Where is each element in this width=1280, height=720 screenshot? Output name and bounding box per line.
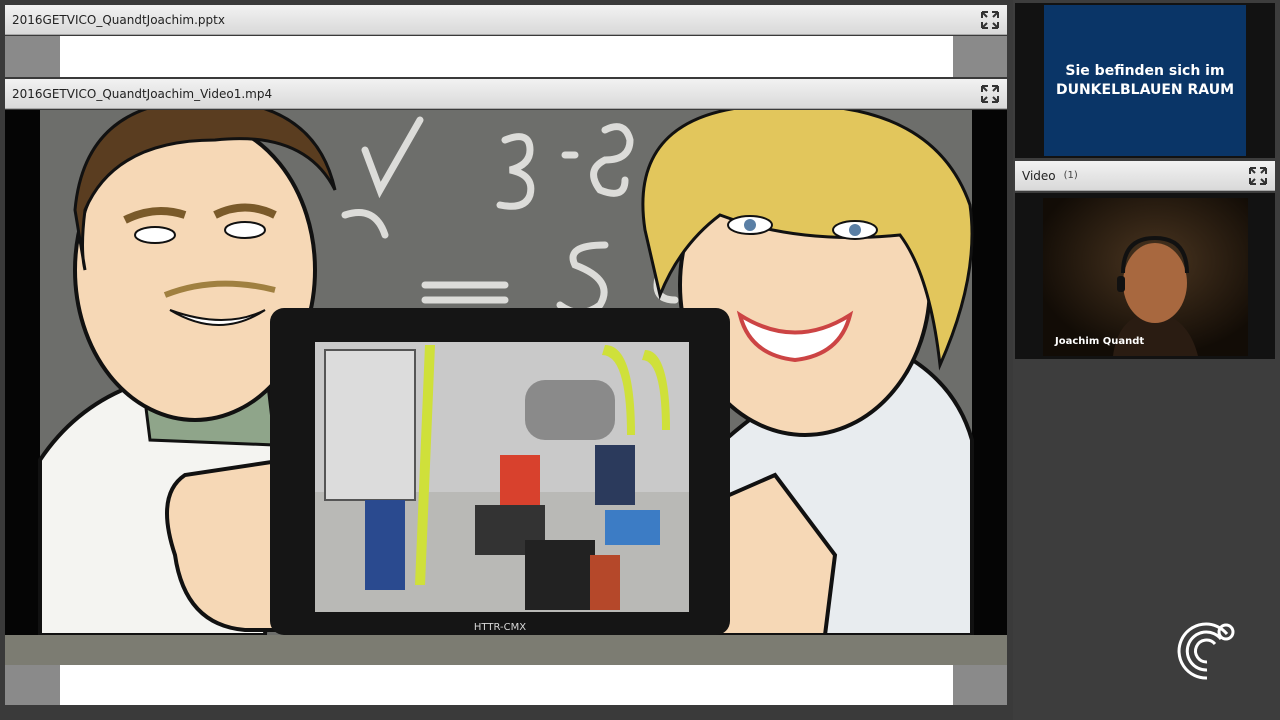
room-banner-line2: DUNKELBLAUEN RAUM <box>1055 81 1235 98</box>
document-page <box>60 36 953 77</box>
document-margin-left <box>5 36 60 77</box>
frame-caption: HTTR-CMX <box>474 622 526 633</box>
webcam-person <box>1043 198 1248 356</box>
room-banner: Sie befinden sich im DUNKELBLAUEN RAUM <box>1044 5 1246 156</box>
expand-icon[interactable] <box>981 11 999 29</box>
camera-pod-title: Video <box>1022 168 1056 183</box>
room-banner-line1: Sie befinden sich im <box>1065 62 1225 79</box>
camera-pod-header[interactable]: Video (1) <box>1015 161 1275 191</box>
video-pod-title: 2016GETVICO_QuandtJoachim_Video1.mp4 <box>12 86 273 101</box>
document-pod-title: 2016GETVICO_QuandtJoachim.pptx <box>12 12 225 27</box>
video-frame-illustration: HTTR-CMX <box>38 110 974 635</box>
video-player[interactable]: HTTR-CMX <box>5 110 1007 635</box>
document-page-bottom <box>60 665 953 705</box>
document-pod-header[interactable]: 2016GETVICO_QuandtJoachim.pptx <box>5 5 1007 35</box>
participant-name: Joachim Quandt <box>1055 336 1145 347</box>
document-margin-right-bottom <box>953 665 1007 705</box>
document-margin-left-bottom <box>5 665 60 705</box>
presentation-photo-strip <box>5 635 1007 665</box>
video-pod-header[interactable]: 2016GETVICO_QuandtJoachim_Video1.mp4 <box>5 79 1007 109</box>
expand-icon[interactable] <box>981 85 999 103</box>
expand-icon[interactable] <box>1249 167 1267 185</box>
document-margin-right <box>953 36 1007 77</box>
goethe-logo-icon <box>1177 622 1235 680</box>
webcam-feed[interactable] <box>1043 198 1248 356</box>
camera-count: (1) <box>1063 170 1078 181</box>
